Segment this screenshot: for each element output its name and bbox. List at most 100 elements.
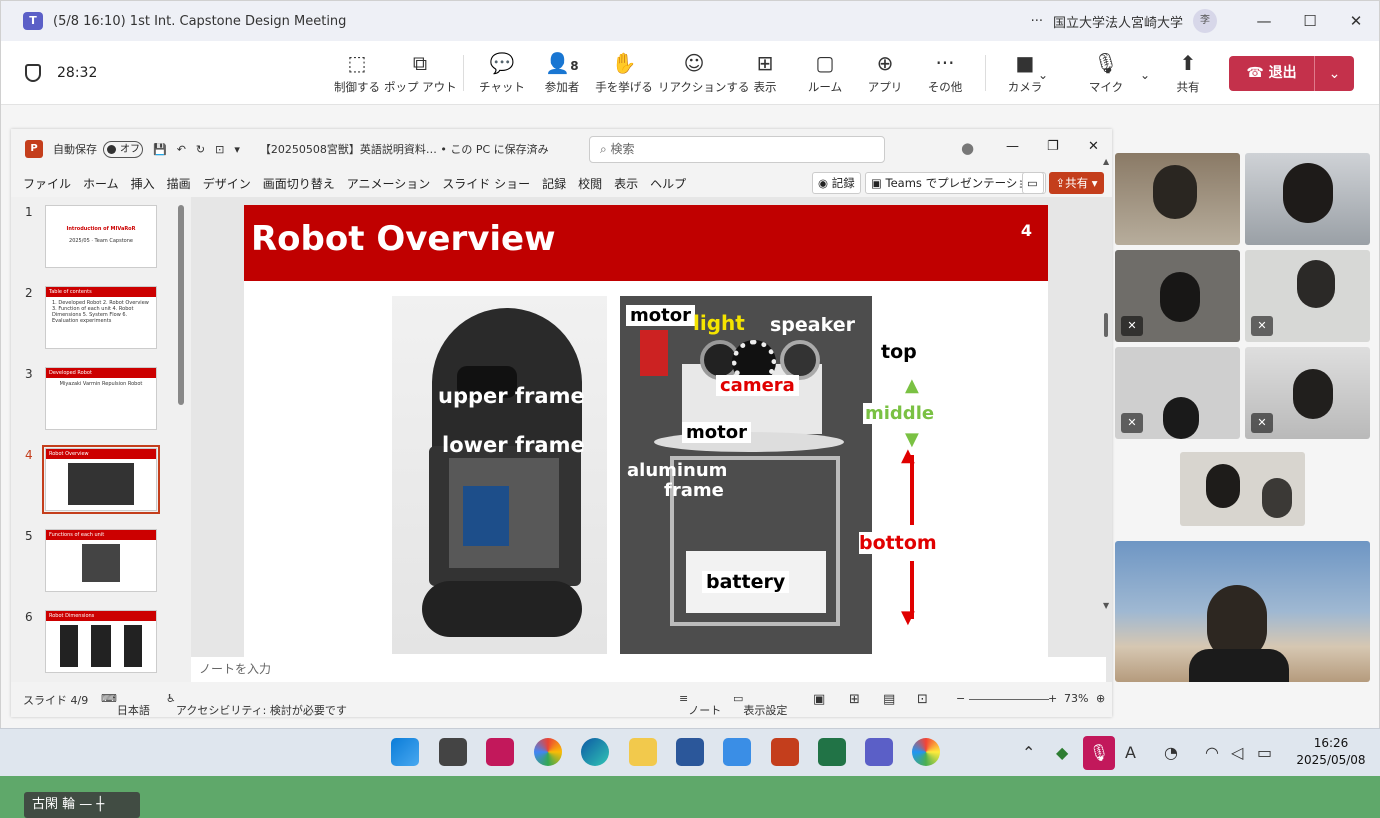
chevron-down-icon[interactable]: ⌄: [1315, 66, 1354, 82]
video-tile[interactable]: ✕: [1115, 347, 1240, 439]
presenter-icon[interactable]: ⊡: [917, 692, 928, 707]
system-clock[interactable]: 16:26 2025/05/08: [1290, 735, 1372, 769]
security-icon[interactable]: ◆: [1056, 743, 1068, 762]
reading-view-icon[interactable]: ▤: [883, 692, 895, 707]
video-tile[interactable]: [1245, 153, 1370, 245]
thumbnail-slide-3[interactable]: Developed Robot Miyazaki Varmin Repulsion…: [45, 367, 157, 430]
tab-animations[interactable]: アニメーション: [347, 175, 431, 192]
ime-icon[interactable]: A: [1125, 743, 1136, 762]
video-tile-speaker[interactable]: [1115, 541, 1370, 682]
tab-view[interactable]: 表示: [614, 175, 638, 192]
video-tile[interactable]: ✕: [1245, 347, 1370, 439]
robot-photo-exterior: upper frame lower frame: [392, 296, 607, 654]
minimize-icon[interactable]: —: [1241, 12, 1287, 30]
share-button[interactable]: ⬆ 共有: [1152, 51, 1224, 95]
more-icon[interactable]: ···: [1031, 14, 1043, 29]
folder-icon[interactable]: [629, 738, 657, 766]
paint-icon[interactable]: [912, 738, 940, 766]
more-button[interactable]: ··· その他: [909, 51, 981, 95]
close-icon[interactable]: ✕: [1333, 12, 1379, 30]
zoom-out-icon[interactable]: −: [956, 692, 965, 705]
powerpoint-icon[interactable]: [771, 738, 799, 766]
avatar[interactable]: 李: [1193, 9, 1217, 33]
save-icon[interactable]: 💾: [153, 143, 167, 156]
customize-icon[interactable]: ▾: [234, 143, 240, 156]
task-view-icon[interactable]: [439, 738, 467, 766]
excel-icon[interactable]: [818, 738, 846, 766]
display-settings[interactable]: ▭ 表示設定: [733, 692, 787, 717]
slide-sorter-icon[interactable]: ⊞: [849, 692, 860, 707]
video-tile[interactable]: ✕: [1115, 250, 1240, 342]
tab-home[interactable]: ホーム: [83, 175, 119, 192]
thumbnail-slide-4[interactable]: Robot Overview: [42, 445, 160, 514]
tab-review[interactable]: 校閲: [578, 175, 602, 192]
tab-record[interactable]: 記録: [542, 175, 566, 192]
scroll-down-icon[interactable]: ▼: [1103, 601, 1109, 610]
autosave-toggle[interactable]: オフ: [103, 140, 143, 158]
teams-icon[interactable]: [865, 738, 893, 766]
thumbnail-scrollbar[interactable]: [178, 205, 184, 405]
zoom-level[interactable]: 73%: [1064, 692, 1088, 705]
thumbnail-slide-5[interactable]: Functions of each unit: [45, 529, 157, 592]
scroll-thumb[interactable]: [1104, 313, 1108, 337]
notes-toggle[interactable]: ≡ ノート: [679, 692, 721, 717]
redo-icon[interactable]: ↻: [196, 143, 205, 156]
tab-help[interactable]: ヘルプ: [650, 175, 686, 192]
normal-view-icon[interactable]: ▣: [813, 692, 825, 707]
scroll-up-icon[interactable]: ▲: [1103, 157, 1109, 166]
leave-button[interactable]: ☎ 退出 ⌄: [1229, 56, 1354, 91]
tab-slideshow[interactable]: スライド ショー: [442, 175, 530, 192]
mic-button[interactable]: 🎙 マイク: [1070, 51, 1142, 95]
thumbnail-slide-6[interactable]: Robot Dimensions: [45, 610, 157, 673]
chevron-up-icon[interactable]: ⌃: [1022, 743, 1035, 762]
search-input[interactable]: ⌕ 検索: [589, 136, 885, 163]
present-in-teams-button[interactable]: ▣ Teams でプレゼンテーション: [865, 172, 1047, 194]
start-icon[interactable]: [391, 738, 419, 766]
battery-icon[interactable]: ▭: [1257, 743, 1272, 762]
tab-insert[interactable]: 挿入: [131, 175, 155, 192]
word-icon[interactable]: [676, 738, 704, 766]
video-tile[interactable]: [1180, 452, 1305, 526]
video-tile[interactable]: [1115, 153, 1240, 245]
thumbnail-slide-2[interactable]: Table of contents 1. Developed Robot 2. R…: [45, 286, 157, 349]
popout-button[interactable]: ⧉ ポップ アウト: [384, 51, 457, 95]
react-button[interactable]: ☺ リアクションする: [658, 51, 749, 95]
zoom-in-icon[interactable]: +: [1048, 692, 1057, 705]
notepad-icon[interactable]: [723, 738, 751, 766]
record-button[interactable]: ◉ 記録: [812, 172, 861, 194]
tab-file[interactable]: ファイル: [23, 175, 71, 192]
chrome-icon[interactable]: [534, 738, 562, 766]
control-button[interactable]: ⬚ 制御する: [321, 51, 393, 95]
file-name[interactable]: 【20250508宮獣】英語説明資料… • この PC に保存済み: [260, 141, 549, 157]
thumbnail-slide-1[interactable]: Introduction of MIVaRoR 2025/05 · Team Ca…: [45, 205, 157, 268]
minimize-icon[interactable]: —: [1006, 139, 1019, 154]
wifi-icon[interactable]: ◠: [1205, 743, 1219, 762]
tab-draw[interactable]: 描画: [167, 175, 191, 192]
close-icon[interactable]: ✕: [1088, 139, 1099, 154]
tab-design[interactable]: デザイン: [203, 175, 251, 192]
restore-icon[interactable]: ❐: [1047, 139, 1059, 154]
edge-icon[interactable]: [581, 738, 609, 766]
camera-options-chevron[interactable]: ⌄: [1031, 63, 1055, 87]
undo-icon[interactable]: ↶: [177, 143, 186, 156]
video-tile[interactable]: ✕: [1245, 250, 1370, 342]
notes-input[interactable]: ノートを入力: [191, 657, 1106, 682]
update-icon[interactable]: ◔: [1164, 743, 1178, 762]
fit-icon[interactable]: ⊕: [1096, 692, 1105, 705]
comments-icon[interactable]: ▭: [1022, 172, 1044, 194]
raise-hand-button[interactable]: ✋ 手を挙げる: [588, 51, 660, 95]
ppt-share-button[interactable]: ⇪共有 ▾: [1049, 172, 1104, 194]
accessibility-check[interactable]: ♿ アクセシビリティ: 検討が必要です: [166, 692, 347, 717]
language-indicator[interactable]: ⌨ 日本語: [101, 692, 150, 717]
slideshow-icon[interactable]: ⊡: [215, 143, 224, 156]
mic-off-icon: ✕: [1251, 413, 1273, 433]
account-icon[interactable]: ●: [961, 139, 974, 157]
volume-icon[interactable]: ◁: [1231, 743, 1243, 762]
mic-icon[interactable]: 🎙: [1083, 736, 1115, 770]
app-icon[interactable]: [486, 738, 514, 766]
tab-transitions[interactable]: 画面切り替え: [263, 175, 335, 192]
maximize-icon[interactable]: ☐: [1287, 12, 1333, 30]
label-motor-top: motor: [626, 305, 695, 326]
gallery-scrollbar[interactable]: ▲ ▼: [1103, 157, 1109, 677]
zoom-slider[interactable]: [969, 699, 1049, 700]
